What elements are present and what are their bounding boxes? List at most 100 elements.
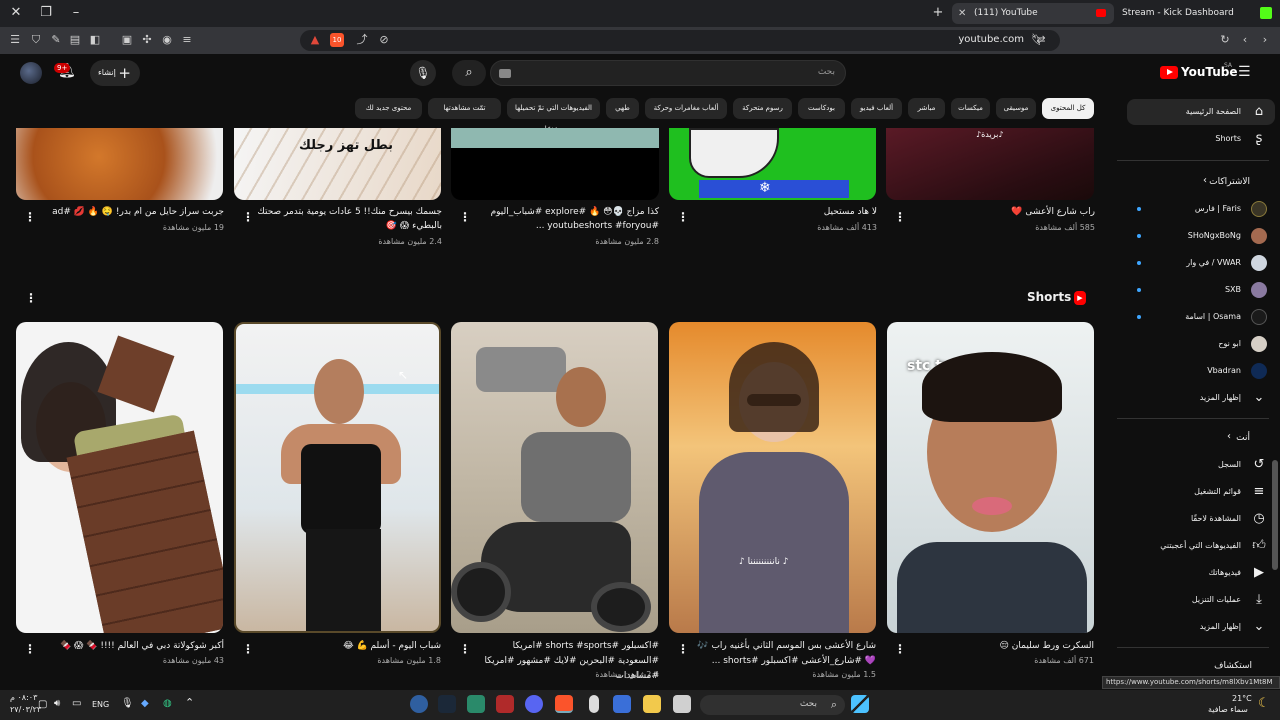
network-icon[interactable]: ▭ [72,698,81,709]
sidebar-scrollbar[interactable] [1272,460,1278,570]
video-title[interactable]: لا هاد مستحيل [691,205,877,219]
chip-cooking[interactable]: طهي [606,98,639,119]
short-thumbnail[interactable]: ↖ [234,322,441,633]
sidebar-item-home[interactable]: الصفحة الرئيسية ⌂ [1127,99,1275,125]
start-button-icon[interactable] [851,695,869,713]
chip-recently-uploaded[interactable]: الفيديوهات التي تمّ تحميلها مؤخرًا [507,98,600,133]
video-thumbnail[interactable] [16,128,223,200]
sidebar-item-subscription[interactable]: فارس | Faris [1127,196,1275,222]
more-actions-icon[interactable]: ⋮ [24,210,36,224]
brave-shields-icon[interactable]: 10 [330,33,344,47]
chip-live[interactable]: مباشر [908,98,945,119]
task-view-icon[interactable] [673,695,691,713]
settings-app-icon[interactable] [410,695,428,713]
back-icon[interactable]: ‹ [1238,33,1252,47]
video-title[interactable]: راب شارع الأعشى ❤️ [908,205,1095,219]
chip-podcasts[interactable]: بودكاست [798,98,845,119]
close-window-icon[interactable]: ✕ [8,5,24,21]
sidebar-show-more[interactable]: إظهار المزيد ⌄ [1127,385,1275,411]
guide-menu-icon[interactable]: ☰ [1238,64,1254,80]
extension-icon[interactable]: ✎ [49,33,63,47]
close-tab-icon[interactable]: ✕ [958,3,966,24]
create-button[interactable]: إنشاء + [90,60,140,86]
short-title[interactable]: أكبر شوكولاتة دبي في العالم !!!! 🍫 😱 🍫 [42,639,224,654]
chevron-up-icon[interactable]: ⌃ [185,696,194,709]
discord-app-icon[interactable] [525,695,543,713]
address-bar[interactable]: ▲ 10 ⤴ ⊘ youtube.com ⇄ [300,30,1060,51]
screenshot-icon[interactable]: ▣ [120,33,134,47]
video-thumbnail[interactable] [451,128,659,200]
more-actions-icon[interactable]: ⋮ [24,642,36,656]
sidebar-item-subscription[interactable]: اسامة | Osama [1127,304,1275,330]
file-explorer-icon[interactable] [643,695,661,713]
weather-temp[interactable]: 21°C [1232,694,1252,703]
video-thumbnail[interactable]: بطل تهز رجلك [234,128,441,200]
account-avatar[interactable] [20,62,42,84]
weather-desc[interactable]: سماء صافية [1208,705,1248,714]
bookmark-icon[interactable]: 🔖︎ [1031,33,1045,47]
mouse-app-icon[interactable] [589,695,599,713]
brave-rewards-icon[interactable]: ▲ [308,33,322,47]
video-title[interactable]: كذا مزاج 💀😳 🔥 #explore #شباب_اليوم #yout… [473,205,659,233]
short-thumbnail[interactable] [16,322,223,633]
volume-icon[interactable]: 🔊︎ [54,698,60,709]
tab-kick[interactable]: Stream - Kick Dashboard [1114,3,1254,24]
voice-search-icon[interactable]: 🎙︎ [410,60,436,86]
keyboard-icon[interactable] [499,69,511,78]
video-thumbnail[interactable]: ❄ [669,128,876,200]
puzzle-icon[interactable]: ✣ [140,33,154,47]
reload-icon[interactable]: ↻ [1218,33,1232,47]
short-title[interactable]: السكرت ورط سليمان 😔 [912,639,1094,654]
sidebar-item-watch-later[interactable]: المشاهدة لاحقًا ◷ [1127,506,1275,532]
more-actions-icon[interactable]: ⋮ [677,210,689,224]
more-actions-icon[interactable]: ⋮ [459,210,471,224]
app-icon[interactable] [496,695,514,713]
sidebar-show-more[interactable]: إظهار المزيد ⌄ [1127,614,1275,640]
search-input[interactable]: بحث [490,60,846,86]
brave-app-icon[interactable] [555,695,573,713]
shorts-section-menu-icon[interactable]: ⋮ [25,291,37,305]
video-title[interactable]: جربت سراز حايل من ام بدر! 🤤 🔥 💋 #ad [38,205,224,219]
short-title[interactable]: شارع الأعشى بس الموسم الثاني بأغنيه راب … [694,639,876,669]
new-tab-icon[interactable]: + [930,5,946,21]
short-thumbnail[interactable]: ♪ نانننننننننا ♪ [669,322,876,633]
notification-icon[interactable]: ▢ [38,699,47,710]
more-actions-icon[interactable]: ⋮ [894,210,906,224]
more-actions-icon[interactable]: ⋮ [894,642,906,656]
search-button[interactable]: ⌕ [452,60,486,86]
wallet-icon[interactable]: ▤ [68,33,82,47]
short-thumbnail[interactable]: stc tv [887,322,1094,633]
video-thumbnail[interactable]: ♪بريدة♪ [886,128,1094,200]
clock-time[interactable]: ٠٨:٠٣ م [10,693,37,702]
chip-music[interactable]: موسيقى [996,98,1036,119]
sidebar-item-subscription[interactable]: ابو نوح [1127,331,1275,357]
menu-icon[interactable]: ☰ [8,33,22,47]
sidebar-item-subscription[interactable]: SHoNgxBoNg [1127,223,1275,249]
subscriptions-heading[interactable]: الاشتراكات [1209,177,1250,187]
restore-window-icon[interactable]: ❐ [38,5,54,21]
chip-new-to-you[interactable]: محتوى جديد لك [355,98,422,119]
minimize-window-icon[interactable]: – [68,5,84,21]
chip-animation[interactable]: رسوم متحركة [733,98,792,119]
sidebar-item-subscription[interactable]: SXB [1127,277,1275,303]
steam-app-icon[interactable] [438,695,456,713]
chip-all[interactable]: كل المحتوى [1042,98,1094,119]
steam-tray-icon[interactable]: ◆ [141,698,149,709]
short-title[interactable]: شباب اليوم - أسلم 💪 😂 [259,639,441,654]
taskbar-search[interactable]: بحث ⌕ [700,695,845,715]
app-icon[interactable] [467,695,485,713]
chip-mixes[interactable]: ميكسات [951,98,990,119]
more-actions-icon[interactable]: ⋮ [242,642,254,656]
cookie-icon[interactable]: ◉ [160,33,174,47]
forward-icon[interactable]: › [1258,33,1272,47]
sidebar-item-playlists[interactable]: قوائم التشغيل ≡ [1127,479,1275,505]
clock-date[interactable]: ٢٧/٠٣/٢٣ [10,705,41,714]
chip-action-adventure[interactable]: ألعاب مغامرات وحركة [645,98,727,119]
sidebar-item-your-videos[interactable]: فيديوهاتك ▶ [1127,560,1275,586]
you-heading[interactable]: أنت [1236,433,1250,443]
reader-mode-icon[interactable]: ⊘ [377,33,391,47]
sidebar-item-subscription[interactable]: في وار / VWAR [1127,250,1275,276]
share-icon[interactable]: ⤴ [355,33,369,47]
chip-watched[interactable]: تمّت مشاهدتها [428,98,501,119]
sidebar-item-shorts[interactable]: Shorts ʂ [1127,126,1275,152]
